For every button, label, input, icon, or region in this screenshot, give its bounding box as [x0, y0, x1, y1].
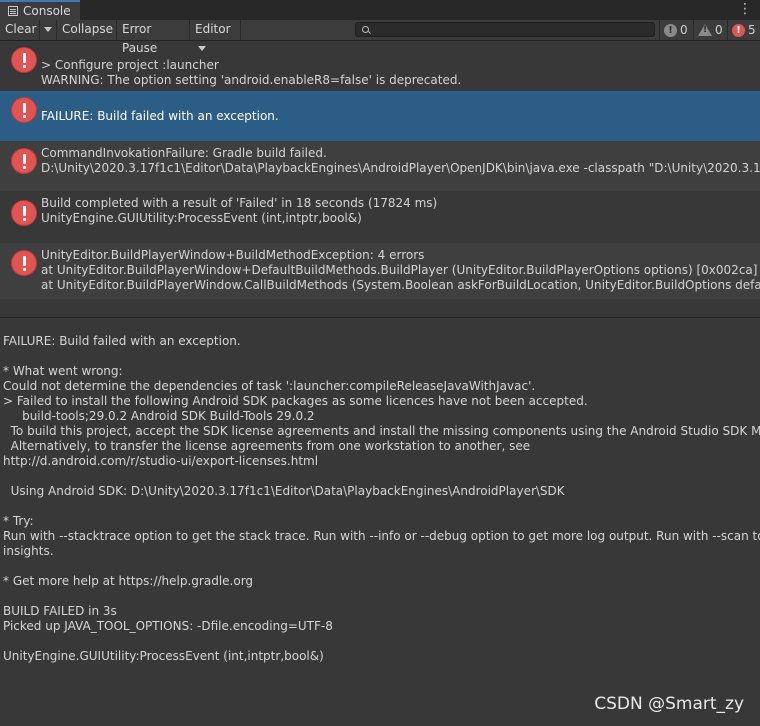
info-count: 0 [680, 23, 688, 37]
log-entry[interactable]: > Configure project :launcher WARNING: T… [0, 41, 760, 91]
error-icon [11, 148, 37, 174]
search-icon [362, 26, 369, 33]
collapse-button[interactable]: Collapse [57, 20, 117, 40]
log-entry[interactable]: CommandInvokationFailure: Gradle build f… [0, 141, 760, 191]
log-details-text: FAILURE: Build failed with an exception.… [3, 334, 760, 663]
log-entry-line: D:\Unity\2020.3.17f1c1\Editor\Data\Playb… [41, 161, 760, 175]
error-icon [11, 97, 37, 123]
log-entry-line: WARNING: The option setting 'android.ena… [41, 73, 462, 87]
log-entry[interactable]: UnityEditor.BuildPlayerWindow+BuildMetho… [0, 243, 760, 299]
error-icon: ! [732, 23, 745, 37]
info-icon: ! [664, 23, 677, 37]
tab-console[interactable]: Console [0, 0, 80, 20]
log-entry-line: at UnityEditor.BuildPlayerWindow.CallBui… [41, 278, 760, 292]
watermark: CSDN @Smart_zy [594, 694, 744, 714]
editor-dropdown-label: Editor [195, 22, 231, 36]
error-icon [11, 47, 37, 73]
more-options-icon[interactable]: ⋮ [738, 0, 752, 20]
warning-filter-toggle[interactable]: 0 [693, 20, 727, 40]
editor-dropdown[interactable]: Editor [190, 20, 241, 51]
log-details-pane: FAILURE: Build failed with an exception.… [0, 318, 760, 726]
search-input[interactable] [372, 23, 650, 36]
warning-count: 0 [715, 23, 723, 37]
log-entry-line: FAILURE: Build failed with an exception. [41, 109, 279, 123]
clear-options-dropdown[interactable] [40, 20, 57, 40]
error-count: 5 [748, 23, 756, 37]
log-entry-line: at UnityEditor.BuildPlayerWindow+Default… [41, 263, 760, 277]
log-entry-line: CommandInvokationFailure: Gradle build f… [41, 146, 327, 160]
clear-button[interactable]: Clear [0, 20, 40, 40]
log-entry-line: Build completed with a result of 'Failed… [41, 196, 438, 210]
warning-icon [698, 24, 712, 36]
error-filter-toggle[interactable]: ! 5 [727, 20, 760, 40]
log-list[interactable]: > Configure project :launcher WARNING: T… [0, 41, 760, 317]
error-icon [11, 200, 37, 226]
log-entry[interactable]: Build completed with a result of 'Failed… [0, 191, 760, 243]
info-filter-toggle[interactable]: ! 0 [659, 20, 693, 40]
console-icon [8, 6, 18, 16]
log-entry-line: UnityEditor.BuildPlayerWindow+BuildMetho… [41, 248, 425, 262]
error-icon [11, 250, 37, 276]
error-pause-button[interactable]: Error Pause [117, 20, 190, 55]
log-entry-line: UnityEngine.GUIUtility:ProcessEvent (int… [41, 211, 362, 225]
search-field[interactable] [355, 22, 655, 37]
log-entry-line: > Configure project :launcher [41, 58, 219, 72]
window-titlebar: Console ⋮ [0, 0, 760, 21]
log-entry-selected[interactable]: FAILURE: Build failed with an exception. [0, 91, 760, 141]
tab-console-label: Console [23, 4, 71, 18]
chevron-down-icon [44, 27, 52, 32]
